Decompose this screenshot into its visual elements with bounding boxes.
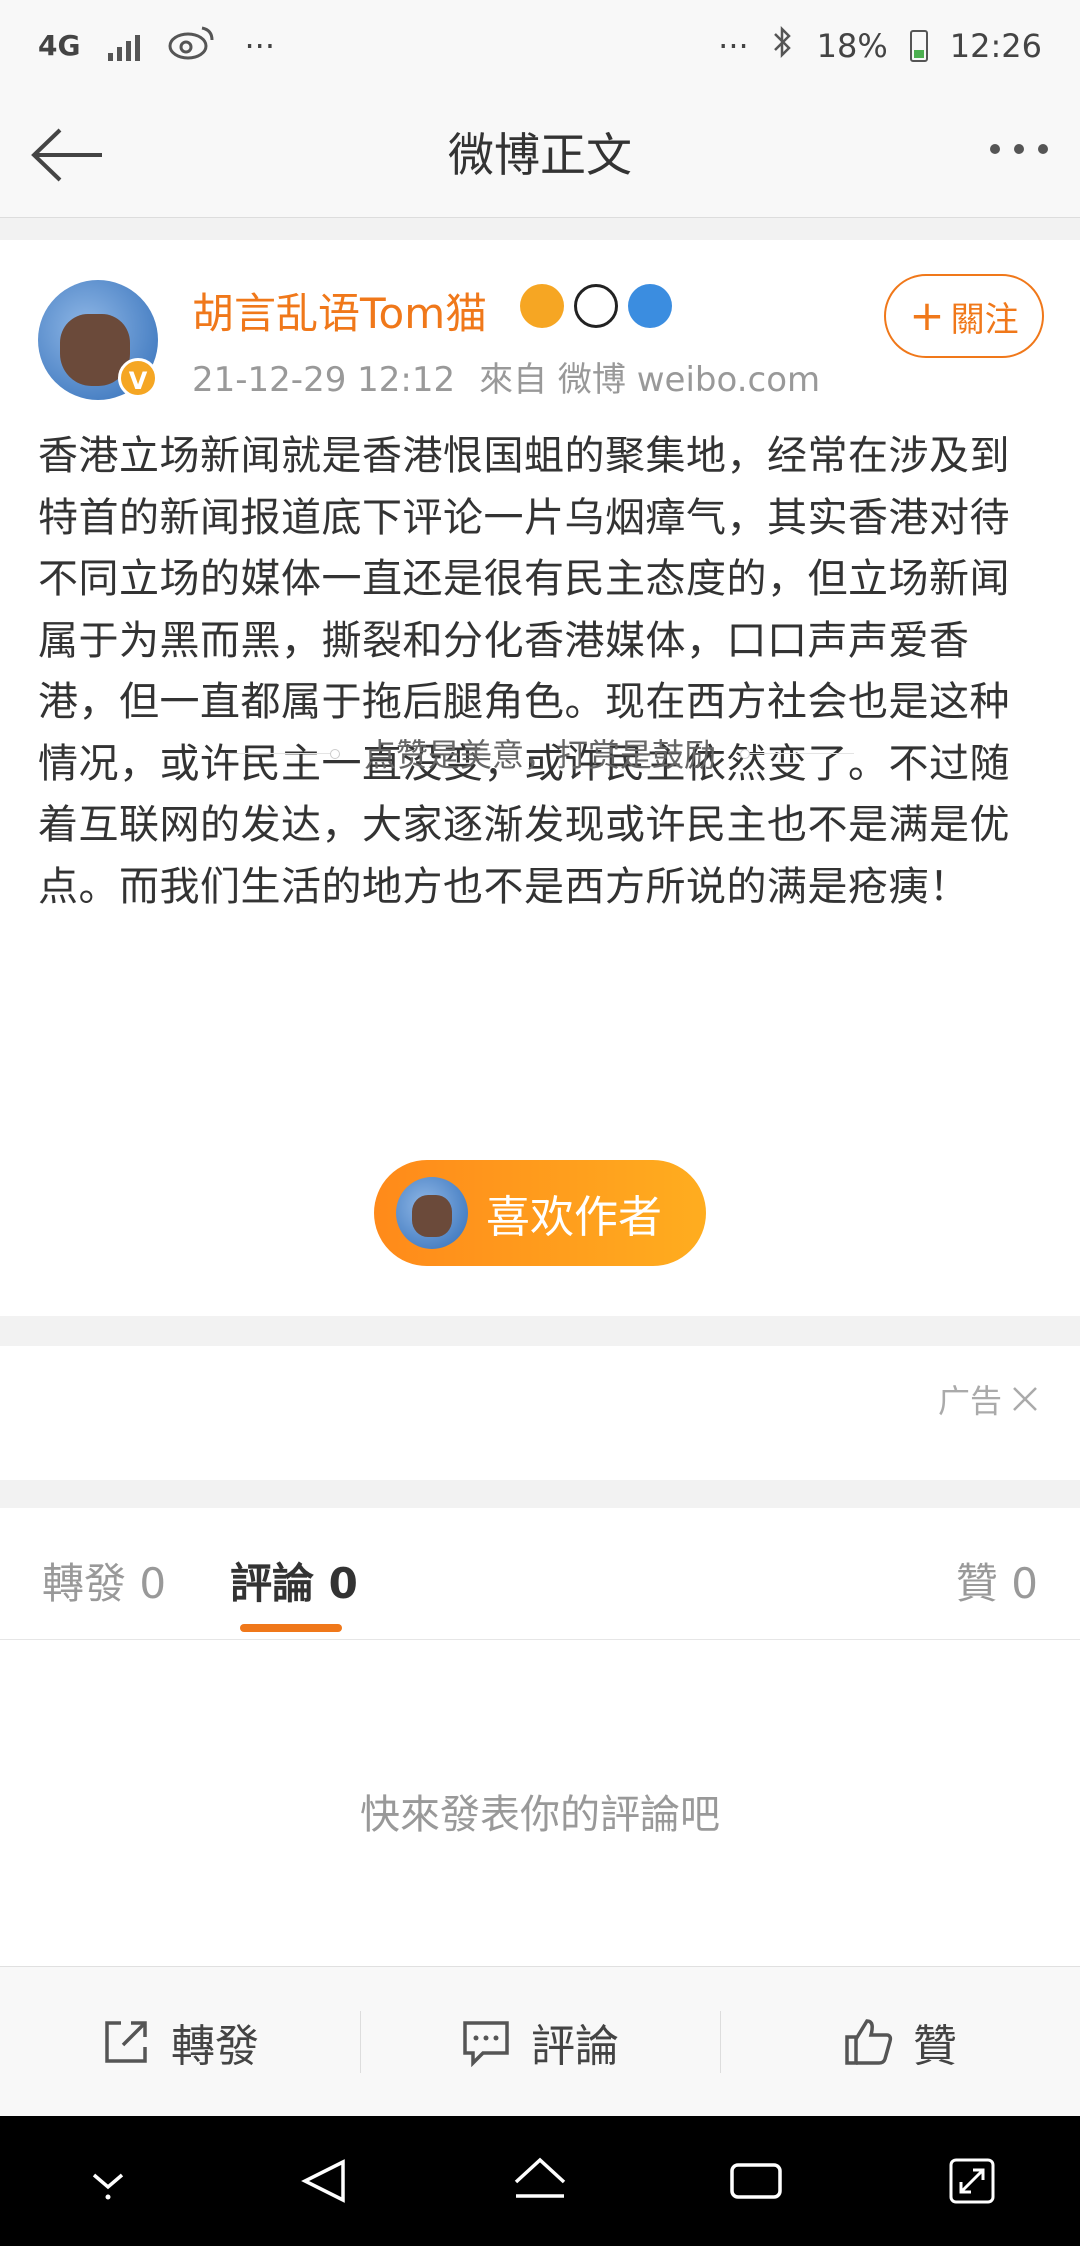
comment-label: 評論 (531, 2020, 619, 2072)
post-source: 來自 微博 weibo.com (479, 360, 821, 400)
like-author-label: 喜欢作者 (486, 1192, 662, 1243)
home-icon (514, 2157, 566, 2198)
post-meta: 21-12-29 12:12 來自 微博 weibo.com (192, 352, 820, 401)
battery-icon (909, 30, 928, 62)
expand-icon (949, 2158, 995, 2204)
fullscreen-button[interactable] (937, 2146, 1007, 2216)
tab-like[interactable]: 贊 0 (956, 1550, 1038, 1611)
status-bar: 4G ··· ··· 18% 12:26 (0, 0, 1080, 92)
ad-label[interactable]: 广告 (938, 1376, 1040, 1422)
bluetooth-icon (771, 24, 795, 68)
verified-badge: V (118, 358, 158, 398)
system-recents-button[interactable] (721, 2146, 791, 2216)
hide-keyboard-button[interactable] (73, 2146, 143, 2216)
ad-label-text: 广告 (937, 1382, 1002, 1420)
user-name[interactable]: 胡言乱语Tom猫 (192, 280, 487, 341)
chevron-down-icon (92, 2173, 124, 2200)
tab-repost[interactable]: 轉發 0 (42, 1550, 166, 1611)
post-timestamp: 21-12-29 12:12 (192, 360, 456, 400)
like-author-button[interactable]: 喜欢作者 (374, 1160, 706, 1266)
nav-bar: 微博正文 (0, 92, 1080, 218)
reward-hint-text: 点赞是美意，打赏是鼓励 (363, 736, 716, 774)
back-triangle-icon (301, 2159, 345, 2203)
thumbs-up-icon (845, 2018, 893, 2065)
repost-button[interactable]: 轉發 (0, 1967, 360, 2116)
weibo-notification-icon (168, 24, 216, 68)
post-body: 香港立场新闻就是香港恨国蛆的聚集地，经常在涉及到特首的新闻报道底下评论一片乌烟瘴… (38, 433, 1010, 910)
interaction-tabs: 轉發 0 評論 0 贊 0 (0, 1508, 1080, 1640)
status-left: 4G ··· (38, 24, 275, 68)
network-indicator: 4G (38, 29, 81, 62)
tab-indicator (240, 1624, 342, 1632)
like-button[interactable]: 贊 (720, 1967, 1080, 2116)
plus-icon: + (909, 291, 945, 340)
reward-hint: 点赞是美意，打赏是鼓励 (0, 730, 1080, 776)
more-dots-icon (990, 144, 1000, 154)
page-title: 微博正文 (448, 128, 632, 182)
tab-comment[interactable]: 評論 0 (230, 1550, 358, 1611)
signal-icon (108, 31, 141, 61)
battery-percent: 18% (816, 27, 888, 65)
status-right: ··· 18% 12:26 (718, 24, 1042, 68)
divider-left (225, 748, 340, 759)
user-badges (520, 284, 672, 328)
system-nav-bar (0, 2116, 1080, 2246)
follow-label: 關注 (950, 299, 1019, 340)
empty-comments-text: 快來發表你的評論吧 (360, 1792, 720, 1838)
divider-right (740, 748, 854, 759)
comment-button[interactable]: 評論 (360, 1967, 720, 2116)
follow-button[interactable]: + 關注 (884, 274, 1044, 358)
status-more-right: ··· (718, 27, 749, 65)
ad-area: 广告 (0, 1346, 1080, 1480)
status-more: ··· (244, 27, 275, 65)
comment-icon (463, 2020, 509, 2067)
system-back-button[interactable] (289, 2146, 359, 2216)
post-card: V 胡言乱语Tom猫 21-12-29 12:12 來自 微博 weibo.com… (0, 240, 1080, 1316)
recents-icon (730, 2163, 782, 2199)
system-home-button[interactable] (505, 2146, 575, 2216)
more-options-button[interactable] (990, 144, 1048, 154)
repost-label: 轉發 (171, 2020, 259, 2072)
comments-section: 快來發表你的評論吧 (0, 1640, 1080, 1966)
shield-badge-icon[interactable] (628, 284, 672, 328)
like-label: 贊 (913, 2020, 957, 2072)
avatar[interactable]: V (38, 280, 158, 400)
author-avatar-small (396, 1177, 468, 1249)
crown-badge-icon[interactable] (520, 284, 564, 328)
bottom-toolbar: 轉發 評論 贊 (0, 1966, 1080, 2116)
clock: 12:26 (949, 27, 1042, 65)
share-icon (105, 2020, 147, 2063)
panda-badge-icon[interactable] (574, 284, 618, 328)
close-icon (1013, 1387, 1037, 1411)
